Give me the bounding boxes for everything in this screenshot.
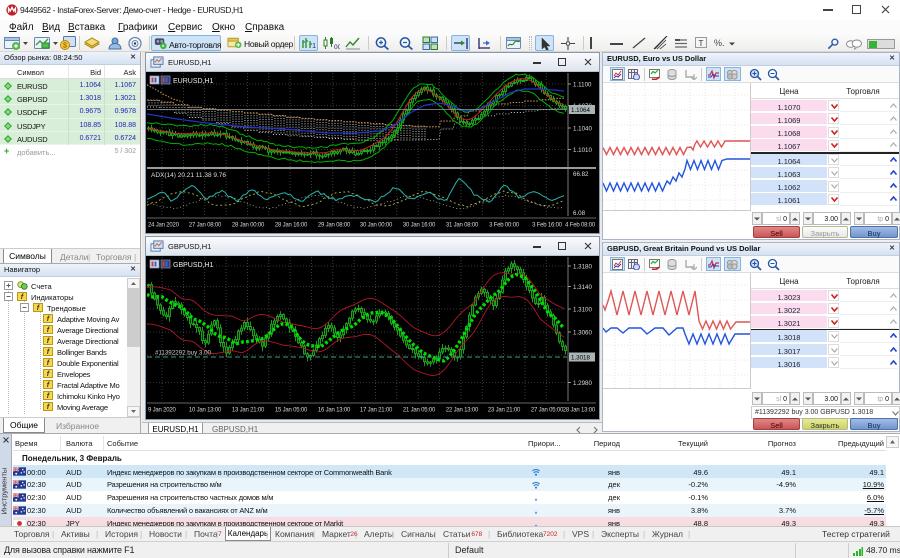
svg-text:15 Jan 05:00: 15 Jan 05:00 bbox=[275, 408, 308, 414]
svg-text:16 Jan 13:00: 16 Jan 13:00 bbox=[318, 408, 351, 414]
svg-text:31 Jan 08:00: 31 Jan 08:00 bbox=[446, 223, 479, 229]
svg-text:4 Feb 08:00: 4 Feb 08:00 bbox=[565, 223, 596, 229]
svg-text:30 Jan 00:00: 30 Jan 00:00 bbox=[360, 223, 393, 229]
svg-text:66.82: 66.82 bbox=[573, 171, 589, 178]
svg-text:24 Jan 2020: 24 Jan 2020 bbox=[148, 223, 180, 229]
svg-text:28 Jan 16:00: 28 Jan 16:00 bbox=[275, 223, 308, 229]
svg-text:3 Feb 16:00: 3 Feb 16:00 bbox=[532, 223, 563, 229]
svg-text:28 Jan 13:00: 28 Jan 13:00 bbox=[563, 408, 596, 414]
svg-text:27 Jan 08:00: 27 Jan 08:00 bbox=[189, 223, 222, 229]
svg-text:21 Jan 05:00: 21 Jan 05:00 bbox=[403, 408, 436, 414]
svg-text:22 Jan 13:00: 22 Jan 13:00 bbox=[446, 408, 479, 414]
svg-text:23 Jan 21:00: 23 Jan 21:00 bbox=[488, 408, 521, 414]
svg-text:29 Jan 08:00: 29 Jan 08:00 bbox=[318, 223, 351, 229]
svg-text:1.3180: 1.3180 bbox=[573, 264, 592, 271]
svg-text:13 Jan 21:00: 13 Jan 21:00 bbox=[232, 408, 265, 414]
svg-text:1.1010: 1.1010 bbox=[573, 147, 592, 154]
svg-text:1.3100: 1.3100 bbox=[573, 307, 592, 314]
svg-text:GBPUSD,H1: GBPUSD,H1 bbox=[173, 262, 214, 269]
svg-text:#11392292 buy 3.00: #11392292 buy 3.00 bbox=[155, 350, 212, 357]
svg-text:1.3060: 1.3060 bbox=[573, 330, 592, 337]
svg-text:9 Jan 2020: 9 Jan 2020 bbox=[148, 408, 177, 414]
svg-text:6.08: 6.08 bbox=[573, 210, 586, 217]
svg-text:10 Jan 13:00: 10 Jan 13:00 bbox=[189, 408, 222, 414]
svg-text:17 Jan 21:00: 17 Jan 21:00 bbox=[360, 408, 393, 414]
svg-text:3 Feb 00:00: 3 Feb 00:00 bbox=[489, 223, 520, 229]
svg-text:00: 00 bbox=[334, 44, 340, 50]
svg-text:$: $ bbox=[63, 43, 67, 50]
svg-text:1.1040: 1.1040 bbox=[573, 126, 592, 133]
svg-text:28 Jan 00:00: 28 Jan 00:00 bbox=[232, 223, 265, 229]
svg-text:1.1100: 1.1100 bbox=[573, 82, 592, 89]
svg-text:1.3018: 1.3018 bbox=[571, 355, 590, 362]
svg-text:1: 1 bbox=[312, 43, 316, 50]
svg-text:1.1064: 1.1064 bbox=[571, 107, 590, 114]
svg-text:1.3140: 1.3140 bbox=[573, 284, 592, 291]
svg-text:EURUSD,H1: EURUSD,H1 bbox=[173, 78, 214, 85]
svg-text:ADX(14) 20.21 11.38 9.76: ADX(14) 20.21 11.38 9.76 bbox=[151, 172, 226, 179]
svg-text:30 Jan 16:00: 30 Jan 16:00 bbox=[403, 223, 436, 229]
svg-text:27 Jan 05:00: 27 Jan 05:00 bbox=[531, 408, 564, 414]
svg-text:1.2980: 1.2980 bbox=[573, 380, 592, 387]
